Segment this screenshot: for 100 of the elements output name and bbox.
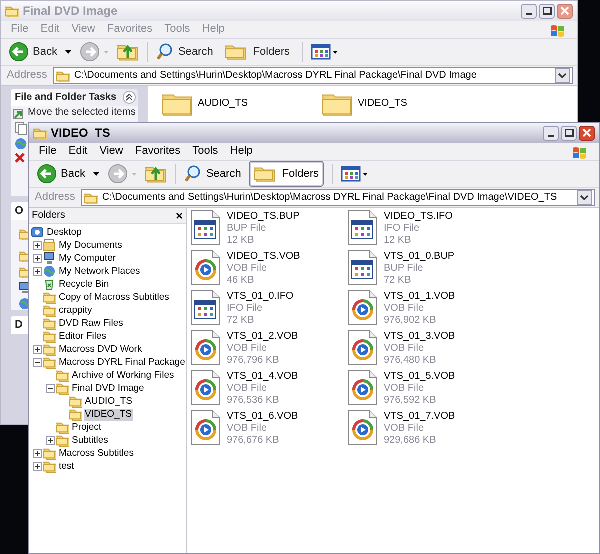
file-name[interactable]: VTS_01_0.IFO (227, 291, 294, 303)
collapse-chevron-icon[interactable] (123, 91, 136, 104)
menu-item[interactable]: File (33, 143, 63, 160)
file-name[interactable]: VTS_01_0.BUP (384, 251, 455, 263)
file-name[interactable]: VTS_01_7.VOB (384, 411, 456, 423)
data-file-icon[interactable] (348, 210, 378, 246)
folder-icon (43, 460, 56, 473)
collapse-icon[interactable] (33, 358, 42, 367)
window-title: VIDEO_TS (51, 125, 110, 142)
data-file-icon[interactable] (348, 250, 378, 286)
tree-item[interactable]: Desktop (46, 226, 83, 238)
tree-item[interactable]: My Documents (58, 240, 124, 252)
expand-icon[interactable] (33, 241, 42, 250)
tree-item[interactable]: Recycle Bin (58, 278, 110, 290)
dropdown-arrow-icon (104, 50, 110, 54)
minimize-icon (526, 12, 532, 14)
media-file-icon[interactable] (348, 370, 378, 406)
expand-icon[interactable] (33, 254, 42, 263)
tree-item[interactable]: Macross Subtitles (58, 448, 135, 460)
file-type: VOB File (227, 383, 268, 395)
file-type: VOB File (227, 423, 268, 435)
tree-item[interactable]: Copy of Macross Subtitles (58, 292, 170, 304)
file-name[interactable]: VTS_01_2.VOB (227, 331, 298, 343)
file-size: 976,902 KB (384, 315, 438, 327)
folder-name[interactable]: AUDIO_TS (198, 96, 248, 110)
close-button[interactable]: × (176, 210, 183, 222)
expand-icon[interactable] (33, 267, 42, 276)
minimize-button[interactable] (543, 126, 559, 140)
tree-item[interactable]: crappity (58, 304, 94, 316)
file-type: IFO File (384, 223, 421, 235)
up-folder-icon[interactable] (117, 42, 140, 62)
media-file-icon[interactable] (348, 330, 378, 366)
tree-item[interactable]: Archive of Working Files (71, 370, 176, 382)
tree-item[interactable]: Subtitles (71, 434, 110, 446)
expand-icon[interactable] (33, 449, 42, 458)
address-field[interactable]: C:\Documents and Settings\Hurin\Desktop\Macross DYRL Final Package\Final DVD Image (53, 67, 573, 84)
file-name[interactable]: VIDEO_TS.IFO (384, 211, 453, 223)
file-size: 72 KB (384, 275, 412, 287)
search-button[interactable]: Search (180, 162, 246, 186)
close-icon (561, 7, 569, 15)
data-file-icon[interactable] (191, 290, 221, 326)
tree-item[interactable]: Project (71, 422, 103, 434)
tree-item[interactable]: DVD Raw Files (58, 318, 124, 330)
folder-icon (56, 421, 69, 434)
tree-item[interactable]: My Computer (58, 252, 118, 264)
forward-icon[interactable] (108, 164, 128, 184)
media-file-icon[interactable] (191, 250, 221, 286)
search-button[interactable]: Search (152, 40, 218, 64)
minimize-icon (548, 134, 554, 136)
tree-item[interactable]: My Network Places (58, 266, 142, 278)
file-type: BUP File (384, 263, 424, 275)
expand-icon[interactable] (46, 436, 55, 445)
file-name[interactable]: VIDEO_TS.BUP (227, 211, 300, 223)
menu-item[interactable]: Help (224, 143, 259, 160)
folder-icon (56, 434, 69, 447)
tree-item[interactable]: AUDIO_TS (84, 396, 134, 408)
tree-item[interactable]: Macross DYRL Final Package (58, 356, 186, 368)
data-file-icon[interactable] (191, 210, 221, 246)
menu-item[interactable]: View (94, 143, 130, 160)
minimize-button[interactable] (521, 4, 537, 18)
media-file-icon[interactable] (348, 410, 378, 446)
menu-item[interactable]: Tools (186, 143, 224, 160)
folders-button[interactable]: Folders (249, 161, 324, 187)
back-button[interactable]: Back (5, 40, 62, 64)
folders-button[interactable]: Folders (221, 39, 294, 65)
file-name[interactable]: VTS_01_3.VOB (384, 331, 456, 343)
media-file-icon[interactable] (191, 330, 221, 366)
delete-icon (15, 153, 25, 163)
menu-item[interactable]: Edit (62, 143, 94, 160)
task-link[interactable]: Move the selected items (28, 107, 136, 119)
close-button[interactable] (579, 126, 595, 140)
collapse-icon[interactable] (46, 384, 55, 393)
tree-item[interactable]: Editor Files (58, 330, 108, 342)
tree-item[interactable]: VIDEO_TS (84, 408, 133, 420)
file-name[interactable]: VTS_01_6.VOB (227, 411, 298, 423)
back-button[interactable]: Back (33, 162, 90, 186)
expand-icon[interactable] (33, 462, 42, 471)
maximize-button[interactable] (561, 126, 577, 140)
folder-name[interactable]: VIDEO_TS (358, 96, 408, 110)
tree-item[interactable]: Macross DVD Work (58, 344, 144, 356)
magnifier-icon (156, 43, 174, 61)
tree-item[interactable]: test (58, 460, 76, 472)
file-type: VOB File (384, 343, 426, 355)
maximize-button[interactable] (539, 4, 555, 18)
file-name[interactable]: VTS_01_1.VOB (384, 291, 456, 303)
file-name[interactable]: VTS_01_5.VOB (384, 371, 456, 383)
media-file-icon[interactable] (191, 370, 221, 406)
up-folder-icon[interactable] (145, 164, 168, 184)
file-name[interactable]: VIDEO_TS.VOB (227, 251, 300, 263)
media-file-icon[interactable] (191, 410, 221, 446)
forward-icon[interactable] (80, 42, 100, 62)
address-field[interactable]: C:\Documents and Settings\Hurin\Desktop\Macross DYRL Final Package\Final DVD Image\VIDEO_TS (81, 189, 595, 206)
tree-item[interactable]: Final DVD Image (71, 382, 146, 394)
folder-icon (43, 330, 56, 343)
media-file-icon[interactable] (348, 290, 378, 326)
file-size: 976,592 KB (384, 395, 438, 407)
menu-item[interactable]: Favorites (129, 143, 187, 160)
file-name[interactable]: VTS_01_4.VOB (227, 371, 298, 383)
folder-icon (43, 356, 56, 369)
expand-icon[interactable] (33, 345, 42, 354)
